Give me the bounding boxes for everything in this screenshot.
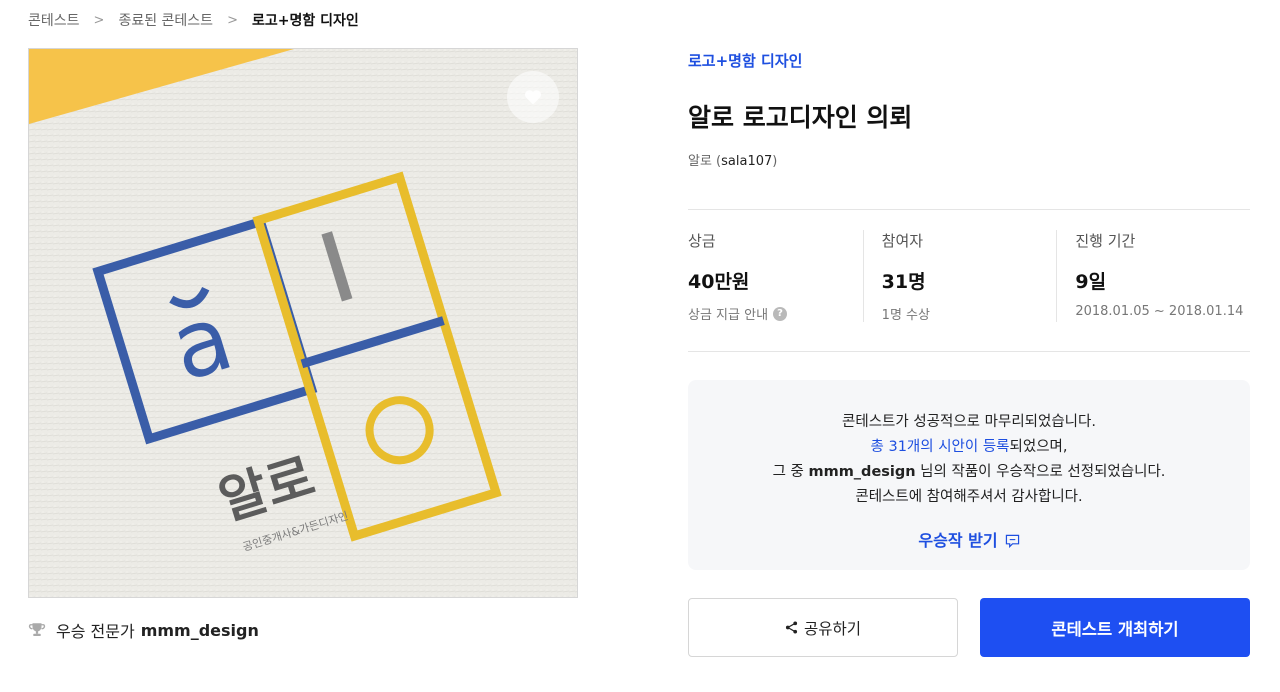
share-icon (785, 621, 798, 634)
host-contest-button[interactable]: 콘테스트 개최하기 (980, 598, 1250, 657)
divider (688, 351, 1250, 352)
notice-line: 총 31개의 시안이 등록되었으며, (688, 435, 1250, 460)
trophy-icon (28, 623, 46, 636)
submissions-link[interactable]: 총 31개의 시안이 등록 (871, 439, 1010, 455)
stat-label: 진행 기간 (1075, 232, 1136, 250)
stat-label: 상금 (688, 232, 716, 250)
stat-prize: 상금 40만원 상금 지급 안내 ? (688, 230, 864, 323)
winner-info: 우승 전문가 mmm_design (28, 618, 259, 642)
stat-value: 31명 (881, 271, 926, 293)
message-icon (1005, 534, 1019, 548)
notice-line: 그 중 mmm_design 님의 작품이 우승작으로 선정되었습니다. (688, 460, 1250, 485)
stat-value: 9일 (1075, 271, 1107, 293)
like-button[interactable] (507, 71, 559, 123)
stat-sub: 상금 지급 안내 (688, 308, 769, 323)
winner-name[interactable]: mmm_design (141, 621, 259, 640)
contest-complete-notice: 콘테스트가 성공적으로 마무리되었습니다. 총 31개의 시안이 등록되었으며,… (688, 380, 1250, 570)
share-button[interactable]: 공유하기 (688, 598, 958, 657)
stat-participants: 참여자 31명 1명 수상 (864, 230, 1058, 323)
winner-label: 우승 전문가 (56, 622, 135, 641)
notice-line: 콘테스트에 참여해주셔서 감사합니다. (855, 489, 1083, 505)
breadcrumb-separator: > (227, 12, 238, 28)
winner-name-inline: mmm_design (808, 464, 916, 480)
notice-text: 그 중 (772, 464, 809, 480)
stat-sub: 1명 수상 (881, 308, 930, 323)
owner-id: sala107 (721, 154, 773, 169)
divider (688, 209, 1250, 210)
notice-text: 님의 작품이 우승작으로 선정되었습니다. (915, 464, 1166, 480)
breadcrumb-ended-contest[interactable]: 종료된 콘테스트 (118, 10, 213, 30)
contest-owner: 알로 (sala107) (688, 154, 778, 169)
receive-winning-work-button[interactable]: 우승작 받기 (918, 528, 1019, 553)
help-icon[interactable]: ? (773, 306, 788, 321)
contest-category[interactable]: 로고+명함 디자인 (688, 50, 802, 71)
contest-stats: 상금 40만원 상금 지급 안내 ? 참여자 31명 1명 수상 진행 기간 9… (688, 230, 1250, 323)
breadcrumb-current: 로고+명함 디자인 (251, 13, 359, 29)
stat-label: 참여자 (881, 232, 924, 250)
stat-sub: 2018.01.05 ~ 2018.01.14 (1075, 304, 1244, 319)
notice-text: 되었으며, (1009, 439, 1068, 455)
owner-name: 알로 (688, 154, 712, 169)
share-label: 공유하기 (803, 619, 862, 638)
notice-line: 콘테스트가 성공적으로 마무리되었습니다. (842, 414, 1096, 430)
winning-artwork-image[interactable]: a 알로 공인중개사&가든디자인 (28, 48, 578, 598)
heart-icon (524, 90, 542, 105)
breadcrumb: 콘테스트 > 종료된 콘테스트 > 로고+명함 디자인 (28, 10, 359, 30)
stat-value: 40만원 (688, 271, 750, 293)
prize-payment-info[interactable]: 상금 지급 안내 ? (688, 304, 863, 323)
contest-title: 알로 로고디자인 의뢰 (688, 103, 913, 132)
stat-duration: 진행 기간 9일 2018.01.05 ~ 2018.01.14 (1057, 230, 1250, 322)
breadcrumb-separator: > (93, 12, 105, 28)
logo-mockup-illustration: a 알로 공인중개사&가든디자인 (29, 49, 577, 597)
cta-label: 우승작 받기 (918, 531, 998, 550)
breadcrumb-contest[interactable]: 콘테스트 (28, 10, 80, 30)
